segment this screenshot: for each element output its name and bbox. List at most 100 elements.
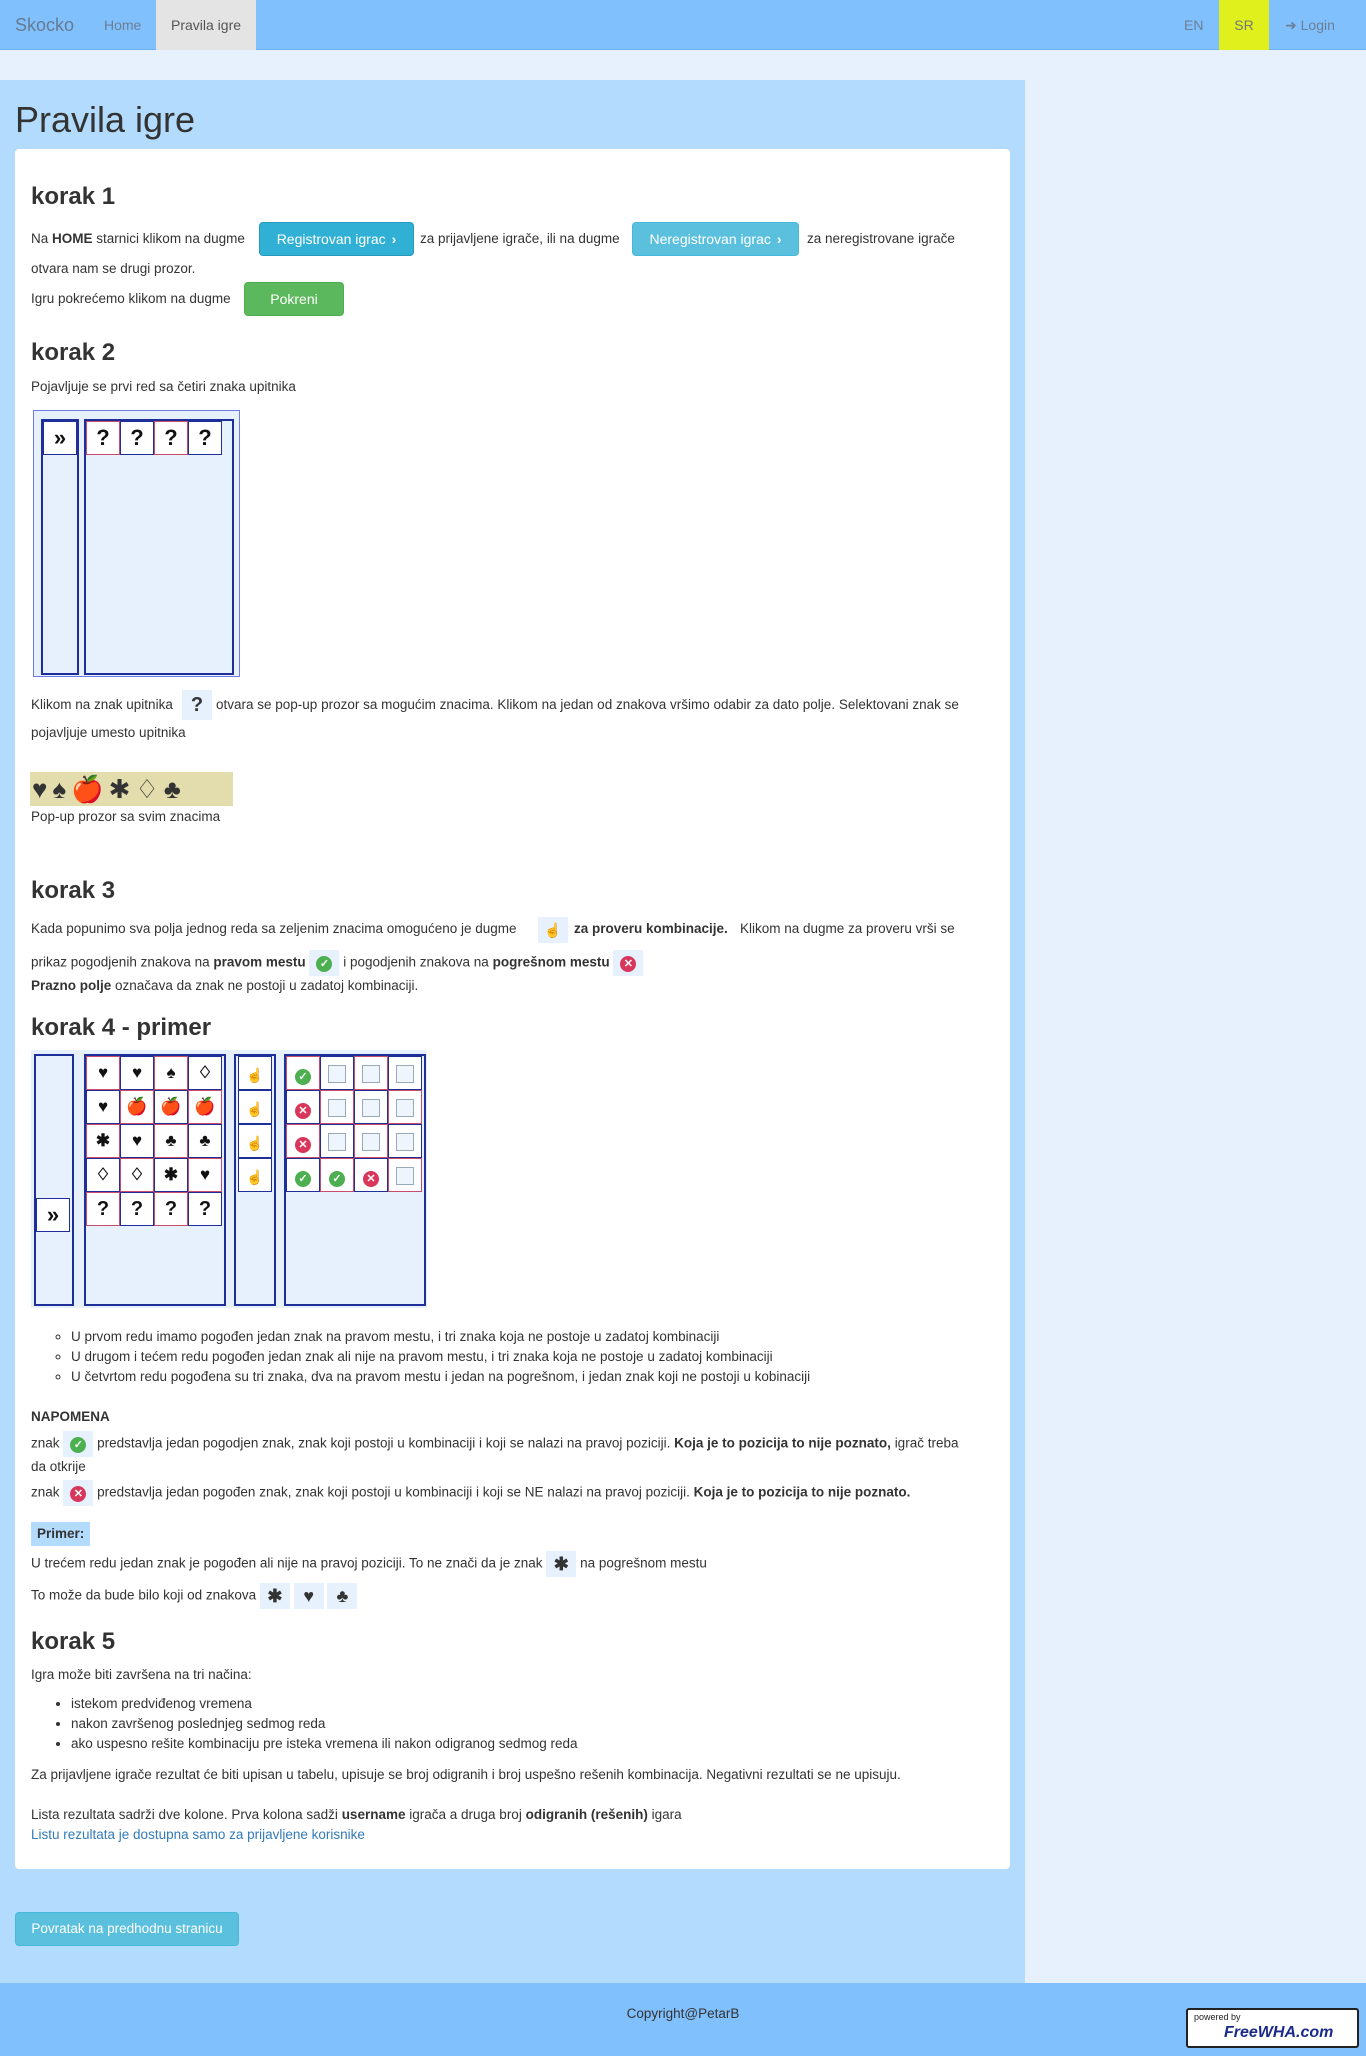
login-link[interactable]: ➜ Login bbox=[1270, 0, 1350, 50]
check-button[interactable]: ☝ bbox=[238, 1158, 272, 1192]
home-bold: HOME bbox=[52, 231, 93, 246]
result-cell bbox=[388, 1056, 422, 1090]
lang-sr[interactable]: SR bbox=[1219, 0, 1269, 50]
result-cell bbox=[354, 1056, 388, 1090]
empty-result-box bbox=[396, 1099, 414, 1118]
popup-caption: Pop-up prozor sa svim znacima bbox=[31, 809, 221, 824]
step2-t2c: pojavljuje umesto upitnika bbox=[31, 725, 186, 740]
list-item: U drugom i tećem redu pogođen jedan znak… bbox=[71, 1347, 810, 1367]
step5-t3b: username bbox=[341, 1807, 406, 1822]
result-cell bbox=[320, 1056, 354, 1090]
step5-t3d: odigranih (rešenih) bbox=[525, 1807, 648, 1822]
hand-pointer-icon: ☝ bbox=[246, 1169, 264, 1185]
heart-icon: ♥ bbox=[293, 1583, 324, 1609]
step2-t2a: Klikom na znak upitnika bbox=[31, 697, 173, 712]
nav-home[interactable]: Home bbox=[89, 0, 156, 50]
question-mark-icon: ? bbox=[182, 690, 212, 720]
symbol-cell[interactable]: ✱ bbox=[86, 1124, 120, 1158]
symbol-cell[interactable]: ♢ bbox=[86, 1158, 120, 1192]
back-button[interactable]: Povratak na predhodnu stranicu bbox=[15, 1912, 239, 1946]
brand-link[interactable]: Skocko bbox=[0, 0, 89, 50]
pokreni-button[interactable]: Pokreni bbox=[244, 282, 344, 316]
login-icon: ➜ bbox=[1285, 17, 1297, 33]
check-button[interactable]: ☝ bbox=[238, 1056, 272, 1090]
symbol-cell[interactable]: ? bbox=[154, 1192, 188, 1226]
question-cell[interactable]: ? bbox=[188, 421, 222, 455]
symbol-cell[interactable]: 🍎 bbox=[120, 1090, 154, 1124]
correct-position-icon: ✓ bbox=[63, 1431, 94, 1457]
arrow-column bbox=[34, 1054, 74, 1306]
list-item: istekom predviđenog vremena bbox=[71, 1694, 578, 1714]
hand-pointer-icon: ☝ bbox=[246, 1135, 264, 1151]
step1-t6: Igru pokrećemo klikom na dugme bbox=[31, 291, 231, 306]
hand-pointer-icon: ☝ bbox=[246, 1067, 264, 1083]
primer-label: Primer: bbox=[31, 1522, 91, 1546]
step1-t4: za neregistrovane igrače bbox=[807, 231, 955, 246]
result-cell: ✓ bbox=[286, 1056, 320, 1090]
list-item: U četvrtom redu pogođena su tri znaka, d… bbox=[71, 1367, 810, 1387]
registrovan-label: Registrovan igrac bbox=[276, 231, 386, 247]
step3-t1b: za proveru kombinacije. bbox=[574, 921, 728, 936]
freewha-badge[interactable]: powered by FreeWHA.com bbox=[1186, 2008, 1359, 2048]
symbol-cell[interactable]: ♠ bbox=[154, 1056, 188, 1090]
arrow-button[interactable]: » bbox=[36, 1198, 70, 1232]
page-title: Pravila igre bbox=[15, 99, 196, 140]
question-cell[interactable]: ? bbox=[86, 421, 120, 455]
registrovan-igrac-button[interactable]: Registrovan igrac › bbox=[259, 222, 414, 256]
symbol-cell[interactable]: ♣ bbox=[188, 1124, 222, 1158]
nav-pravila-igre[interactable]: Pravila igre bbox=[156, 0, 257, 50]
note-line2: znak ✕ predstavlja jedan pogođen znak, z… bbox=[31, 1480, 910, 1506]
step1-t5: otvara nam se drugi prozor. bbox=[31, 261, 196, 276]
step3-title: korak 3 bbox=[31, 877, 116, 904]
empty-result-box bbox=[328, 1065, 346, 1084]
arrow-button[interactable]: » bbox=[43, 421, 77, 455]
navbar: Skocko Home Pravila igre EN SR ➜ Login bbox=[0, 0, 1366, 50]
symbol-cell[interactable]: ♥ bbox=[86, 1090, 120, 1124]
result-cell: ✕ bbox=[286, 1124, 320, 1158]
note-n1c: Koja je to pozicija to nije poznato, bbox=[674, 1435, 891, 1451]
neregistrovan-igrac-button[interactable]: Neregistrovan igrac › bbox=[632, 222, 799, 256]
symbols-column bbox=[84, 419, 234, 675]
step1-t3: za prijavljene igrače, ili na dugme bbox=[420, 231, 620, 246]
step2-title: korak 2 bbox=[31, 339, 116, 366]
lang-en[interactable]: EN bbox=[1169, 0, 1218, 50]
empty-result-box bbox=[362, 1133, 380, 1152]
symbol-cell[interactable]: 🍎 bbox=[154, 1090, 188, 1124]
list-item: nakon završenog poslednjeg sedmog reda bbox=[71, 1714, 578, 1734]
wrong-position-icon: ✕ bbox=[613, 950, 644, 976]
result-cell bbox=[388, 1090, 422, 1124]
step5-t2: Za prijavljene igrače rezultat će biti u… bbox=[31, 1767, 901, 1782]
check-button[interactable]: ☝ bbox=[238, 1124, 272, 1158]
symbol-cell[interactable]: ♥ bbox=[188, 1158, 222, 1192]
step1-title: korak 1 bbox=[31, 183, 116, 210]
symbol-cell[interactable]: ♥ bbox=[120, 1124, 154, 1158]
symbol-cell[interactable]: ♣ bbox=[154, 1124, 188, 1158]
symbol-cell[interactable]: ♢ bbox=[120, 1158, 154, 1192]
correct-position-icon: ✓ bbox=[295, 1069, 311, 1085]
symbol-cell[interactable]: ? bbox=[86, 1192, 120, 1226]
step4-list: U prvom redu imamo pogođen jedan znak na… bbox=[53, 1327, 810, 1387]
symbol-cell[interactable]: ♥ bbox=[86, 1056, 120, 1090]
badge-top: powered by bbox=[1194, 2012, 1241, 2022]
results-list-link[interactable]: Listu rezultata je dostupna samo za prij… bbox=[31, 1825, 365, 1845]
question-cell[interactable]: ? bbox=[154, 421, 188, 455]
badge-main: FreeWHA.com bbox=[1224, 2024, 1334, 2041]
question-cell[interactable]: ? bbox=[120, 421, 154, 455]
primer-line2: To može da bude bilo koji od znakova ✱ ♥… bbox=[31, 1583, 358, 1609]
symbol-cell[interactable]: ? bbox=[120, 1192, 154, 1226]
empty-result-box bbox=[362, 1065, 380, 1084]
step3-t2a: prikaz pogodjenih znakova na bbox=[31, 954, 210, 970]
step1-t2: starnici klikom na dugme bbox=[96, 231, 245, 246]
game-board-empty: » ? ? ? ? bbox=[33, 410, 240, 677]
symbol-cell[interactable]: 🍎 bbox=[188, 1090, 222, 1124]
symbol-cell[interactable]: ♢ bbox=[188, 1056, 222, 1090]
club-icon: ♣ bbox=[327, 1583, 358, 1609]
note-line1: znak ✓ predstavlja jedan pogodjen znak, … bbox=[31, 1431, 958, 1457]
symbol-cell[interactable]: ? bbox=[188, 1192, 222, 1226]
step3-t2b: pravom mestu bbox=[213, 954, 306, 970]
symbol-cell[interactable]: ✱ bbox=[154, 1158, 188, 1192]
note-title: NAPOMENA bbox=[31, 1409, 110, 1424]
result-cell bbox=[388, 1124, 422, 1158]
check-button[interactable]: ☝ bbox=[238, 1090, 272, 1124]
symbol-cell[interactable]: ♥ bbox=[120, 1056, 154, 1090]
